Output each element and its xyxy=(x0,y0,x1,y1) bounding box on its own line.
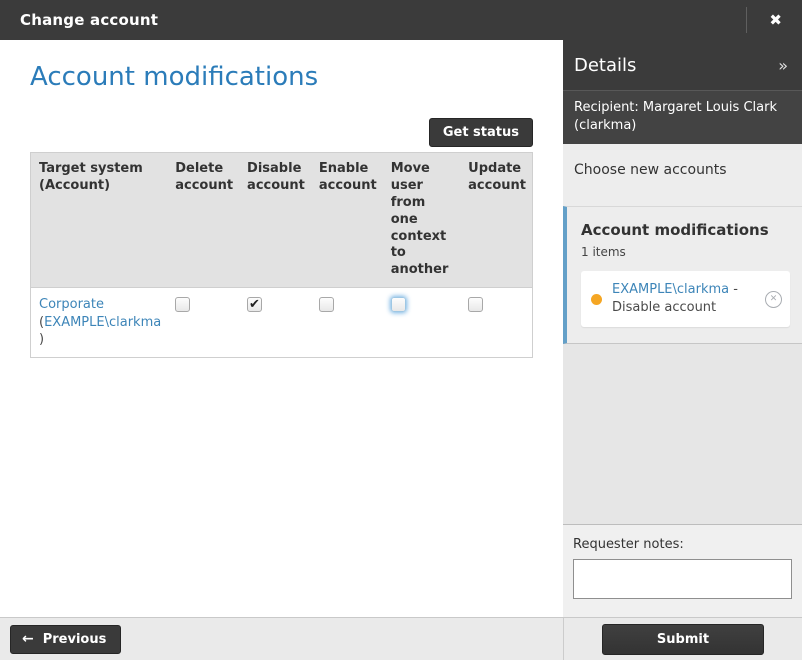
col-move-user: Move user from one context to another xyxy=(383,153,460,288)
account-modifications-table: Target system (Account) Delete account D… xyxy=(30,152,533,358)
remove-item-icon[interactable]: ✕ xyxy=(765,291,782,308)
status-dot-icon xyxy=(591,294,602,305)
update-account-checkbox[interactable] xyxy=(468,297,483,312)
details-title: Details xyxy=(574,55,636,76)
dialog-titlebar: Change account ✖ xyxy=(0,0,802,40)
modification-item-label: EXAMPLE\clarkma - Disable account xyxy=(612,281,757,317)
delete-account-checkbox[interactable] xyxy=(175,297,190,312)
previous-button-label: Previous xyxy=(43,632,107,647)
arrow-left-icon: ← xyxy=(22,632,34,646)
close-icon[interactable]: ✖ xyxy=(763,7,788,33)
previous-button[interactable]: ← Previous xyxy=(10,625,121,654)
change-account-dialog: Change account ✖ Account modifications G… xyxy=(0,0,802,660)
item-account-link[interactable]: EXAMPLE\clarkma xyxy=(612,282,729,297)
col-disable-account: Disable account xyxy=(239,153,311,288)
submit-button[interactable]: Submit xyxy=(602,624,764,655)
col-target-system: Target system (Account) xyxy=(31,153,168,288)
choose-new-accounts-label: Choose new accounts xyxy=(563,144,802,206)
account-paren-close: ) xyxy=(39,332,44,347)
table-header-row: Target system (Account) Delete account D… xyxy=(31,153,533,288)
requester-notes-input[interactable] xyxy=(573,559,792,599)
page-title: Account modifications xyxy=(30,62,533,92)
move-user-checkbox[interactable] xyxy=(391,297,406,312)
table-row: Corporate (EXAMPLE\clarkma ) xyxy=(31,288,533,358)
get-status-button[interactable]: Get status xyxy=(429,118,533,147)
col-update-account: Update account xyxy=(460,153,532,288)
main-panel: Account modifications Get status Target … xyxy=(0,40,563,617)
account-modifications-card: Account modifications 1 items EXAMPLE\cl… xyxy=(563,206,802,344)
col-delete-account: Delete account xyxy=(167,153,239,288)
requester-notes-section: Requester notes: xyxy=(563,524,802,617)
target-system-link[interactable]: Corporate xyxy=(39,297,104,312)
modification-list-item: EXAMPLE\clarkma - Disable account ✕ xyxy=(581,271,790,327)
target-system-cell: Corporate (EXAMPLE\clarkma ) xyxy=(31,288,168,358)
collapse-sidebar-icon[interactable]: » xyxy=(778,56,788,75)
details-sidebar: Details » Recipient: Margaret Louis Clar… xyxy=(563,40,802,617)
sidebar-filler xyxy=(563,344,802,524)
dialog-title: Change account xyxy=(20,11,158,29)
account-link[interactable]: EXAMPLE\clarkma xyxy=(44,315,161,330)
recipient-bar: Recipient: Margaret Louis Clark (clarkma… xyxy=(563,90,802,144)
enable-account-checkbox[interactable] xyxy=(319,297,334,312)
titlebar-divider xyxy=(746,7,747,33)
dialog-footer: ← Previous Submit xyxy=(0,617,802,660)
col-enable-account: Enable account xyxy=(311,153,383,288)
card-title: Account modifications xyxy=(581,221,790,239)
disable-account-checkbox[interactable] xyxy=(247,297,262,312)
items-count: 1 items xyxy=(581,245,790,259)
requester-notes-label: Requester notes: xyxy=(573,537,792,552)
details-header: Details » xyxy=(563,40,802,90)
